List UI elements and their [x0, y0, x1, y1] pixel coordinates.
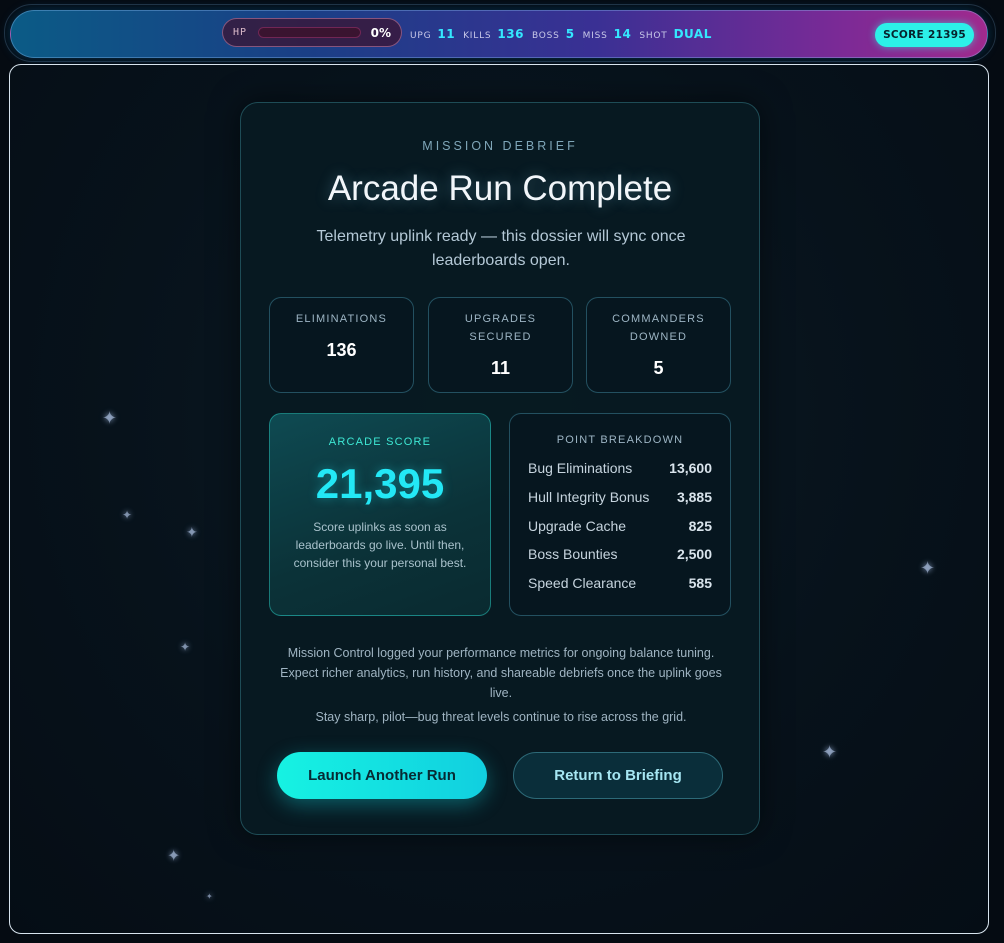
- arcade-score-panel: ARCADE SCORE 21,395 Score uplinks as soo…: [269, 413, 491, 616]
- star-icon: ✦: [122, 508, 133, 522]
- stat-card-label: ELIMINATIONS: [295, 313, 388, 325]
- stat-card-label: UPGRADES SECURED: [464, 313, 537, 343]
- breakdown-name: Speed Clearance: [528, 575, 637, 592]
- breakdown-row: Bug Eliminations 13,600: [510, 454, 730, 483]
- debrief-subtitle: Telemetry uplink ready — this dossier wi…: [316, 228, 686, 269]
- score-badge: SCORE 21395: [875, 23, 974, 47]
- star-icon: ✦: [102, 408, 118, 428]
- arcade-score-value: 21,395: [315, 460, 445, 507]
- hud-stats: UPG 11 KILLS 136 BOSS 5 MISS 14 SHOT DUA…: [410, 27, 714, 41]
- stat-label-kills: KILLS: [463, 31, 492, 41]
- stat-card-upgrades: UPGRADES SECURED 11: [428, 297, 573, 393]
- launch-run-button[interactable]: Launch Another Run: [277, 752, 487, 799]
- stat-value-upgrades: 11: [437, 27, 456, 41]
- stat-label-boss: BOSS: [531, 31, 560, 41]
- hp-bar: [258, 27, 361, 38]
- stat-card-value: 11: [490, 358, 511, 378]
- stat-card-label: COMMANDERS DOWNED: [612, 313, 705, 343]
- star-icon: ✦: [822, 742, 838, 762]
- breakdown-row: Speed Clearance 585: [510, 569, 730, 598]
- point-breakdown-label: POINT BREAKDOWN: [556, 434, 684, 446]
- breakdown-row: Upgrade Cache 825: [510, 511, 730, 540]
- hp-value: 0%: [370, 25, 391, 40]
- breakdown-name: Hull Integrity Bonus: [528, 489, 650, 506]
- stat-card-commanders: COMMANDERS DOWNED 5: [586, 297, 731, 393]
- breakdown-row: Boss Bounties 2,500: [510, 540, 730, 569]
- star-icon: ✦: [920, 558, 936, 578]
- hp-label: HP: [233, 27, 248, 38]
- arcade-score-label: ARCADE SCORE: [328, 436, 432, 448]
- arcade-score-note: Score uplinks as soon as leaderboards go…: [293, 520, 467, 570]
- breakdown-points: 585: [688, 575, 712, 592]
- point-breakdown-panel: POINT BREAKDOWN Bug Eliminations 13,600 …: [509, 413, 731, 616]
- breakdown-points: 2,500: [676, 546, 712, 563]
- stat-card-value: 136: [326, 340, 357, 360]
- stat-card-value: 5: [653, 358, 664, 378]
- game-stage: ✦ ✦ ✦ ✦ ✦ ✦ ✦ ✦ MISSION DEBRIEF Arcade R…: [9, 64, 989, 934]
- star-icon: ✦: [206, 892, 213, 901]
- breakdown-points: 825: [688, 517, 712, 534]
- star-icon: ✦: [186, 524, 198, 540]
- stat-label-shot: SHOT: [639, 31, 668, 41]
- breakdown-points: 13,600: [669, 460, 712, 477]
- breakdown-row: Hull Integrity Bonus 3,885: [510, 483, 730, 512]
- debrief-paragraph: Stay sharp, pilot—bug threat levels cont…: [315, 710, 687, 724]
- stat-label-upgrades: UPG: [410, 31, 432, 41]
- debrief-eyebrow: MISSION DEBRIEF: [422, 139, 578, 153]
- stat-value-kills: 136: [497, 27, 524, 41]
- stat-label-miss: MISS: [582, 31, 608, 41]
- breakdown-name: Upgrade Cache: [528, 517, 627, 534]
- stat-card-eliminations: ELIMINATIONS 136: [269, 297, 414, 393]
- breakdown-name: Boss Bounties: [528, 546, 618, 563]
- hp-meter: HP 0%: [222, 18, 402, 47]
- stat-value-boss: 5: [565, 27, 575, 41]
- breakdown-points: 3,885: [676, 489, 712, 506]
- stat-value-miss: 14: [613, 27, 632, 41]
- star-icon: ✦: [167, 848, 181, 865]
- page-title: Arcade Run Complete: [327, 169, 673, 208]
- breakdown-name: Bug Eliminations: [528, 460, 633, 477]
- return-briefing-button[interactable]: Return to Briefing: [513, 752, 723, 799]
- hud-bar: HP 0% UPG 11 KILLS 136 BOSS 5 MISS 14 SH…: [10, 10, 988, 58]
- debrief-card: MISSION DEBRIEF Arcade Run Complete Tele…: [240, 102, 760, 835]
- star-icon: ✦: [180, 640, 191, 654]
- debrief-paragraph: Mission Control logged your performance …: [280, 646, 722, 700]
- stat-value-shot: DUAL: [673, 27, 712, 41]
